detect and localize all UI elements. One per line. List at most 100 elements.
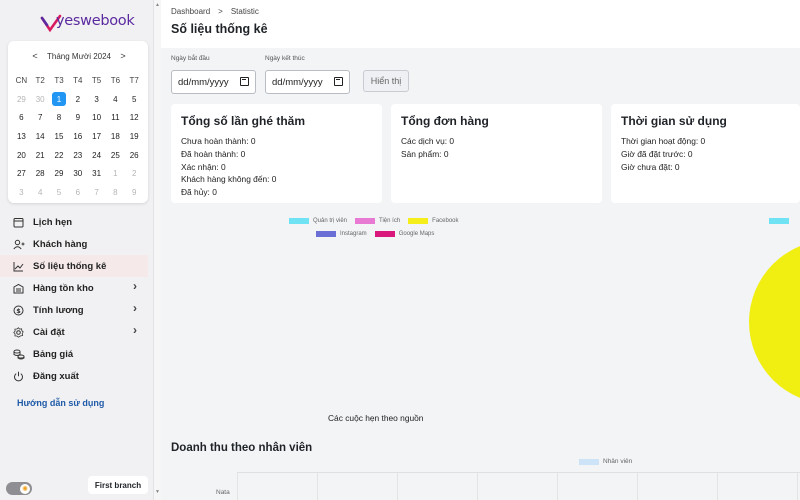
calendar-day[interactable]: 23 — [68, 146, 87, 165]
scroll-up-arrow-icon[interactable]: ▲ — [154, 2, 161, 8]
show-button[interactable]: Hiển thị — [363, 70, 409, 92]
calendar-day[interactable]: 11 — [106, 108, 125, 127]
chart-line-icon — [12, 260, 25, 273]
calendar-day[interactable]: 17 — [87, 127, 106, 146]
theme-toggle[interactable]: ✺ — [6, 482, 32, 495]
sidebar-scrollbar[interactable]: ▲ ▼ — [154, 0, 161, 500]
chart-caption: Các cuộc hẹn theo nguồn — [328, 413, 424, 423]
legend-swatch[interactable] — [355, 218, 376, 224]
legend-label[interactable]: Quản trị viên — [313, 218, 347, 224]
pie-slice[interactable] — [749, 240, 800, 404]
legend-swatch[interactable] — [316, 231, 336, 237]
calendar-day[interactable]: 7 — [31, 108, 50, 127]
brand-logo[interactable]: yeswebook — [40, 8, 135, 36]
sidebar-item-settings[interactable]: Cài đặt › — [0, 321, 154, 343]
topbar: Dashboard > Statistic Số liệu thống kê — [161, 0, 800, 48]
sidebar-item-price-list[interactable]: Bảng giá — [0, 343, 154, 365]
calendar-day[interactable]: 2 — [68, 90, 87, 109]
calendar-day[interactable]: 25 — [106, 146, 125, 165]
calendar-day[interactable]: 16 — [68, 127, 87, 146]
calendar-prev-button[interactable]: < — [30, 51, 40, 61]
calendar-day[interactable]: 29 — [12, 90, 31, 109]
calendar-day[interactable]: 18 — [106, 127, 125, 146]
appointments-by-source-chart: Quản trị viên Tiện ích Facebook Instagram G… — [161, 210, 800, 435]
calendar-day[interactable]: 20 — [12, 146, 31, 165]
calendar-weekday: T7 — [129, 75, 139, 85]
calendar-day[interactable]: 12 — [125, 108, 144, 127]
calendar-day[interactable]: 15 — [50, 127, 69, 146]
calendar-day-today[interactable]: 1 — [51, 91, 67, 107]
calendar-day[interactable]: 1 — [106, 164, 125, 183]
calendar-day[interactable]: 28 — [31, 164, 50, 183]
sidebar-item-appointments[interactable]: Lịch hẹn — [0, 211, 154, 233]
legend-label[interactable]: Facebook — [432, 218, 458, 224]
sidebar-item-logout[interactable]: Đăng xuất — [0, 365, 154, 387]
calendar-next-button[interactable]: > — [118, 51, 128, 61]
calendar-day[interactable]: 3 — [12, 183, 31, 202]
sidebar-item-label: Khách hàng — [33, 238, 88, 250]
sidebar-item-inventory[interactable]: Hàng tồn kho › — [0, 277, 154, 299]
calendar-day[interactable]: 19 — [125, 127, 144, 146]
sidebar-item-label: Số liệu thống kê — [33, 260, 107, 272]
calendar-day[interactable]: 14 — [31, 127, 50, 146]
user-guide-link[interactable]: Hướng dẫn sử dụng — [17, 398, 104, 408]
calendar-day[interactable]: 24 — [87, 146, 106, 165]
calendar-day[interactable]: 9 — [125, 183, 144, 202]
sidebar-menu: Lịch hẹn Khách hàng Số liệu thống kê Hàng t… — [0, 211, 154, 387]
orders-card-title: Tổng đơn hàng — [401, 114, 489, 128]
visits-card-lines: Chưa hoàn thành: 0 Đã hoàn thành: 0 Xác nh… — [181, 135, 276, 199]
legend-label[interactable]: Tiện ích — [379, 218, 400, 224]
calendar-day[interactable]: 5 — [125, 90, 144, 109]
breadcrumb-statistic: Statistic — [230, 7, 259, 16]
calendar-day[interactable]: 8 — [50, 108, 69, 127]
calendar-day[interactable]: 7 — [87, 183, 106, 202]
start-date-input[interactable]: dd/mm/yyyy — [171, 70, 256, 94]
legend-swatch[interactable] — [289, 218, 309, 224]
calendar-day[interactable]: 10 — [87, 108, 106, 127]
calendar-day[interactable]: 5 — [50, 183, 69, 202]
sidebar-item-label: Cài đặt — [33, 326, 65, 338]
coins-icon — [12, 348, 25, 361]
calendar-day[interactable]: 4 — [31, 183, 50, 202]
usage-time-card-title: Thời gian sử dụng — [621, 114, 727, 128]
end-date-input[interactable]: dd/mm/yyyy — [265, 70, 350, 94]
calendar-day[interactable]: 6 — [12, 108, 31, 127]
calendar-day[interactable]: 22 — [50, 146, 69, 165]
calendar-day[interactable]: 26 — [125, 146, 144, 165]
start-date-label: Ngày bắt đầu — [171, 55, 210, 62]
sidebar-item-statistics[interactable]: Số liệu thống kê — [0, 255, 148, 277]
legend-swatch[interactable] — [408, 218, 429, 224]
revenue-legend: Nhân viên — [579, 458, 632, 465]
legend-label[interactable]: Google Maps — [399, 231, 435, 237]
calendar-day[interactable]: 30 — [68, 164, 87, 183]
branch-button[interactable]: First branch — [88, 476, 148, 494]
grid-line — [317, 473, 318, 500]
usage-time-card-lines: Thời gian hoạt động: 0 Giờ đã đặt trước: … — [621, 135, 705, 173]
card-stat-line: Xác nhận: 0 — [181, 161, 226, 172]
calendar-day[interactable]: 3 — [87, 90, 106, 109]
breadcrumb-dashboard[interactable]: Dashboard — [171, 7, 210, 16]
calendar-day[interactable]: 2 — [125, 164, 144, 183]
calendar-icon[interactable] — [240, 77, 249, 86]
sidebar-item-payroll[interactable]: $ Tính lương › — [0, 299, 154, 321]
calendar-day[interactable]: 6 — [68, 183, 87, 202]
legend-label[interactable]: Instagram — [340, 231, 367, 237]
scroll-down-arrow-icon[interactable]: ▼ — [154, 489, 161, 495]
sidebar-item-customers[interactable]: Khách hàng — [0, 233, 154, 255]
calendar-day[interactable]: 29 — [50, 164, 69, 183]
card-stat-line: Sản phẩm: 0 — [401, 148, 449, 159]
calendar-day[interactable]: 13 — [12, 127, 31, 146]
calendar-day[interactable]: 30 — [31, 90, 50, 109]
legend-swatch[interactable] — [374, 231, 395, 237]
calendar-month-label: Tháng Mười 2024 — [47, 52, 111, 61]
calendar-day[interactable]: 31 — [87, 164, 106, 183]
calendar-day[interactable]: 27 — [12, 164, 31, 183]
calendar-day[interactable]: 4 — [106, 90, 125, 109]
calendar-day[interactable]: 21 — [31, 146, 50, 165]
calendar-day[interactable]: 9 — [68, 108, 87, 127]
svg-text:$: $ — [16, 307, 21, 315]
calendar-icon[interactable] — [334, 77, 343, 86]
calendar-day[interactable]: 8 — [106, 183, 125, 202]
chart-legend-row-1: Quản trị viên Tiện ích Facebook — [281, 218, 459, 224]
card-stat-line: Đã hủy: 0 — [181, 187, 217, 198]
